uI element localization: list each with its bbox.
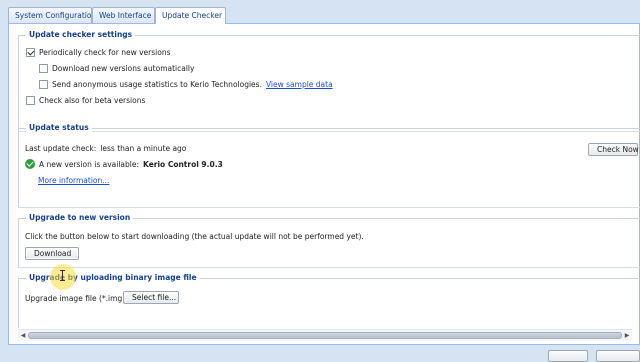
anon-stats-checkbox[interactable] — [39, 80, 48, 89]
last-check-label: Last update check: — [25, 144, 97, 153]
scroll-left-arrow-icon[interactable]: ◀ — [19, 332, 27, 340]
download-auto-label: Download new versions automatically — [52, 64, 195, 73]
update-status-group: Update status Last update check: less th… — [18, 123, 640, 208]
upgrade-instruction: Click the button below to start download… — [25, 232, 364, 241]
new-version-label: A new version is available: — [39, 159, 140, 169]
more-info-row: More information... — [38, 176, 109, 185]
tab-web-interface[interactable]: Web Interface — [92, 7, 155, 23]
tab-system-configuration[interactable]: System Configuration — [8, 7, 96, 23]
download-auto-checkbox[interactable] — [39, 64, 48, 73]
last-check-value: less than a minute ago — [100, 144, 187, 153]
binary-upgrade-group: Upgrade by uploading binary image file U… — [18, 273, 640, 328]
beta-checkbox[interactable] — [26, 96, 35, 105]
periodic-check-checkbox[interactable] — [26, 48, 35, 57]
check-now-button[interactable]: Check Now — [588, 143, 639, 156]
beta-option[interactable]: Check also for beta versions — [26, 96, 145, 105]
more-information-link[interactable]: More information... — [38, 176, 109, 185]
view-sample-data-link[interactable]: View sample data — [266, 80, 333, 89]
scrollbar-thumb[interactable] — [28, 332, 622, 339]
horizontal-scrollbar[interactable]: ◀ ▶ — [18, 329, 632, 341]
last-check-row: Last update check: less than a minute ag… — [25, 144, 186, 153]
anon-stats-option[interactable]: Send anonymous usage statistics to Kerio… — [39, 80, 333, 89]
periodic-check-label: Periodically check for new versions — [39, 48, 171, 57]
tab-update-checker[interactable]: Update Checker — [155, 7, 226, 24]
status-group-title: Update status — [26, 123, 92, 132]
upgrade-group-title: Upgrade to new version — [26, 213, 134, 222]
beta-label: Check also for beta versions — [39, 96, 146, 105]
upgrade-group: Upgrade to new version Click the button … — [18, 213, 640, 268]
select-file-button[interactable]: Select file... — [123, 291, 179, 304]
download-auto-option[interactable]: Download new versions automatically — [39, 64, 194, 73]
new-version-row: A new version is available: Kerio Contro… — [25, 159, 223, 169]
new-version-value: Kerio Control 9.0.3 — [143, 159, 223, 169]
update-checker-settings-group: Update checker settings Periodically che… — [18, 30, 640, 132]
download-button[interactable]: Download — [25, 247, 79, 260]
periodic-check-option[interactable]: Periodically check for new versions — [26, 48, 170, 57]
binary-group-title: Upgrade by uploading binary image file — [26, 273, 200, 282]
anon-stats-label: Send anonymous usage statistics to Kerio… — [52, 80, 262, 89]
settings-group-title: Update checker settings — [26, 30, 136, 39]
footer-button-right[interactable] — [596, 350, 640, 362]
image-file-label: Upgrade image file (*.img): — [25, 294, 128, 303]
scroll-right-arrow-icon[interactable]: ▶ — [623, 332, 631, 340]
update-checker-panel: Update checker settings Periodically che… — [8, 23, 640, 345]
footer-button-left[interactable] — [548, 350, 588, 362]
checkmark-circle-icon — [25, 159, 35, 169]
